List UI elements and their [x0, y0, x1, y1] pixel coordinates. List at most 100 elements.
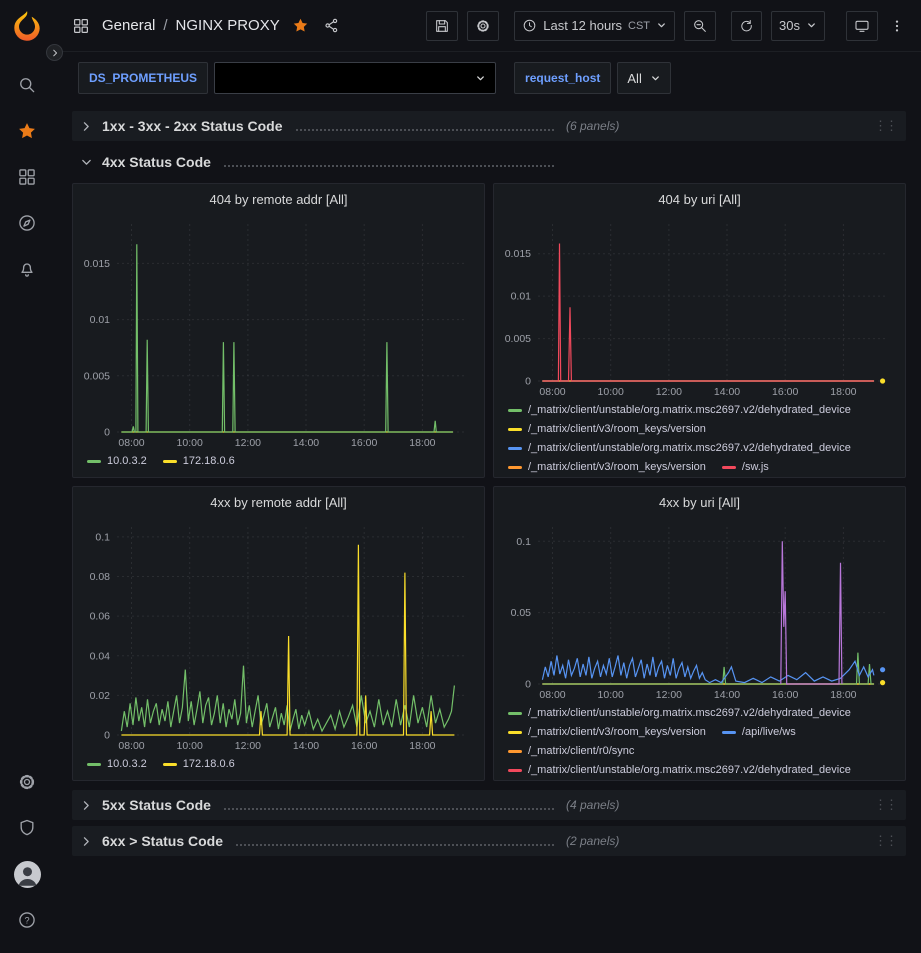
- svg-text:0: 0: [525, 376, 531, 388]
- dashboard-row-6xx[interactable]: 6xx > Status Code (2 panels) ⋮⋮: [72, 826, 906, 856]
- row-drag-handle[interactable]: ⋮⋮: [874, 118, 898, 134]
- save-dashboard-button[interactable]: [426, 11, 458, 41]
- svg-text:0.1: 0.1: [516, 536, 531, 548]
- legend-item[interactable]: /_matrix/client/unstable/org.matrix.msc2…: [508, 763, 851, 777]
- legend-item[interactable]: /_matrix/client/v3/room_keys/version: [508, 460, 706, 474]
- zoom-out-button[interactable]: [684, 11, 716, 41]
- tv-mode-button[interactable]: [846, 11, 878, 41]
- svg-text:18:00: 18:00: [830, 386, 856, 398]
- variable-select-ds-prometheus[interactable]: [214, 62, 496, 94]
- chart-svg: 08:0010:0012:0014:0016:0018:0000.0050.01…: [496, 214, 899, 399]
- variable-select-request-host[interactable]: All: [617, 62, 670, 94]
- svg-text:08:00: 08:00: [539, 689, 565, 701]
- legend-label: 172.18.0.6: [183, 757, 235, 771]
- help-icon[interactable]: ?: [7, 900, 47, 940]
- dotted-leader: [236, 837, 554, 846]
- legend-label: /_matrix/client/v3/room_keys/version: [528, 725, 706, 739]
- variables-bar: DS_PROMETHEUS request_host All: [72, 60, 906, 106]
- apps-grid-icon[interactable]: [70, 15, 92, 37]
- legend-label: /sw.js: [742, 460, 769, 474]
- panel-legend: /_matrix/client/unstable/org.matrix.msc2…: [494, 399, 905, 477]
- row-panel-count: (2 panels): [566, 834, 619, 848]
- search-icon[interactable]: [7, 65, 47, 105]
- topbar-actions: Last 12 hours CST 30s: [426, 11, 907, 41]
- timeseries-chart[interactable]: 08:0010:0012:0014:0016:0018:0000.0050.01…: [496, 214, 899, 399]
- dashboard-row-4xx[interactable]: 4xx Status Code: [72, 147, 906, 177]
- timeseries-chart[interactable]: 08:0010:0012:0014:0016:0018:0000.0050.01…: [75, 214, 478, 450]
- dashboard-content: DS_PROMETHEUS request_host All: [54, 52, 921, 953]
- row-title: 1xx - 3xx - 2xx Status Code: [102, 118, 283, 134]
- legend-label: /_matrix/client/r0/sync: [528, 744, 634, 758]
- variable-label-ds-prometheus: DS_PROMETHEUS: [78, 62, 208, 94]
- alerting-bell-icon[interactable]: [7, 249, 47, 289]
- avatar: [14, 861, 41, 888]
- legend-item[interactable]: /api/live/ws: [722, 725, 796, 739]
- timeseries-chart[interactable]: 08:0010:0012:0014:0016:0018:0000.020.040…: [75, 517, 478, 753]
- legend-swatch: [508, 769, 522, 772]
- panel-title-text: 4xx by remote addr [All]: [210, 495, 347, 510]
- legend-item[interactable]: /_matrix/client/unstable/org.matrix.msc2…: [508, 403, 851, 417]
- admin-shield-icon[interactable]: [7, 808, 47, 848]
- legend-label: /_matrix/client/v3/room_keys/version: [528, 460, 706, 474]
- grafana-app: ? General / NGINX PROXY: [0, 0, 921, 953]
- row-drag-handle[interactable]: ⋮⋮: [874, 797, 898, 813]
- legend-item[interactable]: 172.18.0.6: [163, 757, 235, 771]
- legend-swatch: [87, 763, 101, 766]
- legend-swatch: [508, 712, 522, 715]
- svg-text:0.02: 0.02: [90, 690, 111, 702]
- legend-item[interactable]: /_matrix/client/unstable/org.matrix.msc2…: [508, 441, 851, 455]
- time-range-picker[interactable]: Last 12 hours CST: [514, 11, 675, 41]
- timeseries-chart[interactable]: 08:0010:0012:0014:0016:0018:0000.050.1: [496, 517, 899, 702]
- dashboard-settings-button[interactable]: [467, 11, 499, 41]
- legend-item[interactable]: /_matrix/client/v3/room_keys/version: [508, 422, 706, 436]
- svg-text:14:00: 14:00: [714, 689, 740, 701]
- dashboards-icon[interactable]: [7, 157, 47, 197]
- panel-legend: 10.0.3.2 172.18.0.6: [73, 450, 484, 477]
- legend-item[interactable]: /sw.js: [722, 460, 769, 474]
- svg-text:0.1: 0.1: [95, 531, 110, 543]
- panel-title[interactable]: 404 by uri [All]: [494, 184, 905, 214]
- svg-text:12:00: 12:00: [656, 386, 682, 398]
- settings-gear-icon[interactable]: [7, 762, 47, 802]
- refresh-interval-dropdown[interactable]: 30s: [771, 11, 825, 41]
- panel-title-text: 4xx by uri [All]: [659, 495, 740, 510]
- dashboard-row-1xx-3xx-2xx[interactable]: 1xx - 3xx - 2xx Status Code (6 panels) ⋮…: [72, 111, 906, 141]
- legend-item[interactable]: 10.0.3.2: [87, 757, 147, 771]
- chevron-right-icon: [80, 835, 93, 848]
- row-drag-handle[interactable]: ⋮⋮: [874, 833, 898, 849]
- legend-swatch: [508, 428, 522, 431]
- legend-item[interactable]: 172.18.0.6: [163, 454, 235, 468]
- dotted-leader: [296, 122, 554, 131]
- share-icon[interactable]: [321, 15, 342, 36]
- svg-text:16:00: 16:00: [772, 386, 798, 398]
- legend-item[interactable]: /_matrix/client/v3/room_keys/version: [508, 725, 706, 739]
- legend-label: 172.18.0.6: [183, 454, 235, 468]
- explore-compass-icon[interactable]: [7, 203, 47, 243]
- breadcrumb-section[interactable]: General: [102, 17, 155, 34]
- breadcrumb-dashboard-title[interactable]: NGINX PROXY: [176, 17, 280, 34]
- row-title: 6xx > Status Code: [102, 833, 223, 849]
- svg-text:0.05: 0.05: [511, 607, 532, 619]
- legend-item[interactable]: /_matrix/client/unstable/org.matrix.msc2…: [508, 706, 851, 720]
- svg-text:08:00: 08:00: [118, 740, 144, 752]
- sidebar-expand-button[interactable]: [46, 44, 63, 61]
- starred-dashboards-icon[interactable]: [7, 111, 47, 151]
- breadcrumb: General / NGINX PROXY: [102, 17, 280, 34]
- dashboard-row-5xx[interactable]: 5xx Status Code (4 panels) ⋮⋮: [72, 790, 906, 820]
- user-avatar[interactable]: [7, 854, 47, 894]
- chevron-down-icon: [80, 156, 93, 169]
- legend-item[interactable]: 10.0.3.2: [87, 454, 147, 468]
- favorite-star-icon[interactable]: [290, 15, 311, 36]
- kebab-menu-icon[interactable]: [887, 11, 907, 41]
- panel-title[interactable]: 4xx by uri [All]: [494, 487, 905, 517]
- sidebar: ?: [0, 0, 54, 953]
- svg-text:0.015: 0.015: [84, 258, 110, 270]
- chart-svg: 08:0010:0012:0014:0016:0018:0000.050.1: [496, 517, 899, 702]
- panel-title[interactable]: 404 by remote addr [All]: [73, 184, 484, 214]
- refresh-button[interactable]: [731, 11, 762, 41]
- legend-label: /_matrix/client/unstable/org.matrix.msc2…: [528, 403, 851, 417]
- panel-title[interactable]: 4xx by remote addr [All]: [73, 487, 484, 517]
- svg-text:10:00: 10:00: [177, 437, 203, 449]
- grafana-logo[interactable]: [11, 9, 43, 46]
- legend-item[interactable]: /_matrix/client/r0/sync: [508, 744, 634, 758]
